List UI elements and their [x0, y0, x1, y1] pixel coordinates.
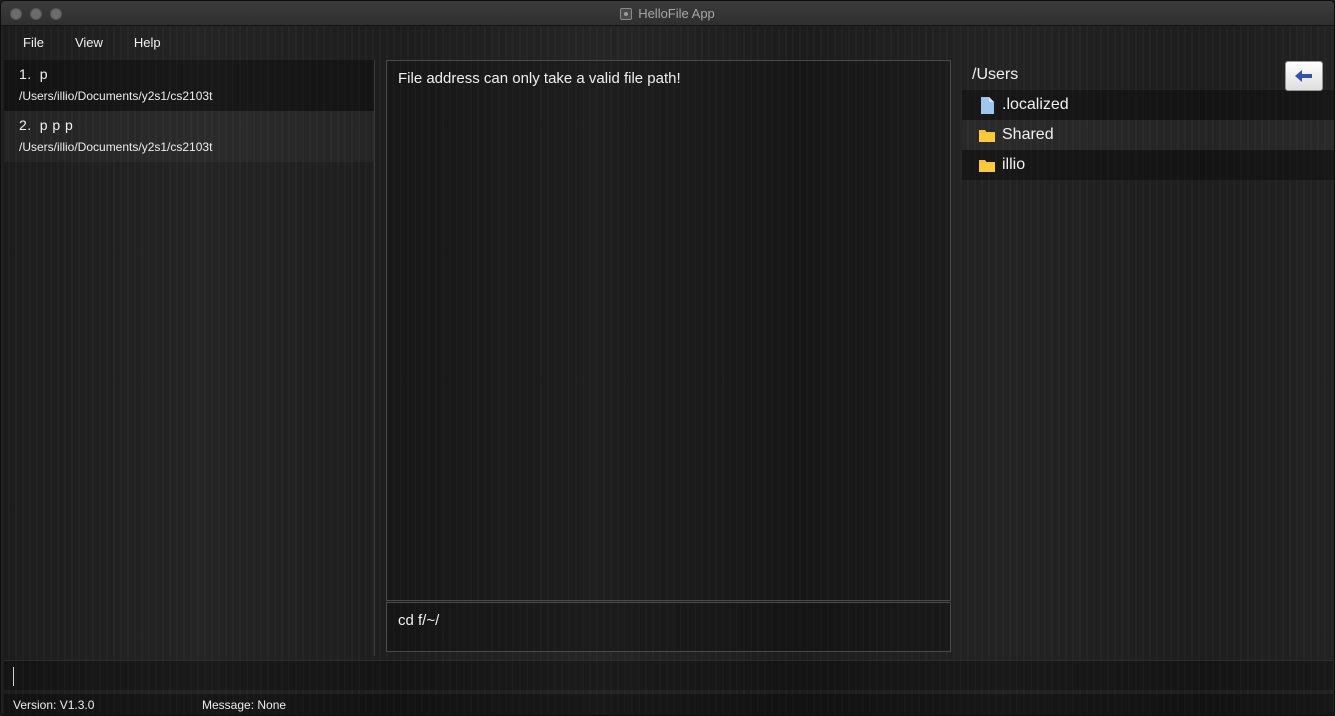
command-echo-box: cd f/~/ — [386, 602, 951, 652]
tag-name-line: 1. p — [19, 66, 374, 82]
tag-name-line: 2. p p p — [19, 117, 374, 133]
current-directory-path: /Users — [972, 66, 1019, 83]
command-input[interactable] — [4, 660, 1333, 690]
file-entry[interactable]: .localized — [962, 90, 1334, 120]
file-name: Shared — [1002, 126, 1054, 143]
file-explorer-panel: /Users .localized Shared illio — [962, 60, 1334, 656]
back-button[interactable] — [1285, 61, 1323, 91]
title-bar: HelloFile App — [1, 1, 1334, 26]
window-title-group: HelloFile App — [1, 1, 1334, 26]
menu-bar: File View Help — [1, 26, 1334, 59]
status-message: Message: None — [202, 697, 287, 712]
folder-icon — [979, 129, 995, 142]
list-item[interactable]: 2. p p p /Users/illio/Documents/y2s1/cs21… — [4, 111, 374, 162]
file-name: illio — [1002, 156, 1026, 173]
tagged-file-list[interactable]: 1. p /Users/illio/Documents/y2s1/cs2103t … — [4, 60, 375, 656]
tag-name: p — [39, 66, 48, 82]
menu-file[interactable]: File — [23, 35, 44, 50]
command-echo-text: cd f/~/ — [398, 612, 440, 629]
tag-path: /Users/illio/Documents/y2s1/cs2103t — [19, 89, 213, 103]
tag-index: 1. — [19, 66, 32, 82]
text-caret — [13, 667, 14, 686]
status-version: Version: V1.3.0 — [13, 697, 95, 712]
app-icon — [620, 7, 633, 20]
result-display: File address can only take a valid file … — [386, 60, 951, 601]
result-message: File address can only take a valid file … — [398, 70, 681, 87]
list-item[interactable]: 1. p /Users/illio/Documents/y2s1/cs2103t — [4, 60, 374, 111]
tag-name: p p p — [39, 117, 74, 133]
file-name: .localized — [1002, 96, 1069, 113]
tag-path: /Users/illio/Documents/y2s1/cs2103t — [19, 140, 213, 154]
status-bar: Version: V1.3.0 Message: None — [4, 694, 1333, 715]
folder-icon — [979, 159, 995, 172]
window-title: HelloFile App — [638, 6, 715, 21]
arrow-left-icon — [1295, 70, 1313, 82]
file-entry[interactable]: Shared — [962, 120, 1334, 150]
menu-view[interactable]: View — [75, 35, 103, 50]
file-entry[interactable]: illio — [962, 150, 1334, 180]
app-window: HelloFile App File View Help 1. p /Users/… — [0, 0, 1335, 716]
document-icon — [979, 96, 995, 114]
file-explorer-header: /Users — [962, 60, 1334, 91]
menu-help[interactable]: Help — [134, 35, 161, 50]
tag-index: 2. — [19, 117, 32, 133]
